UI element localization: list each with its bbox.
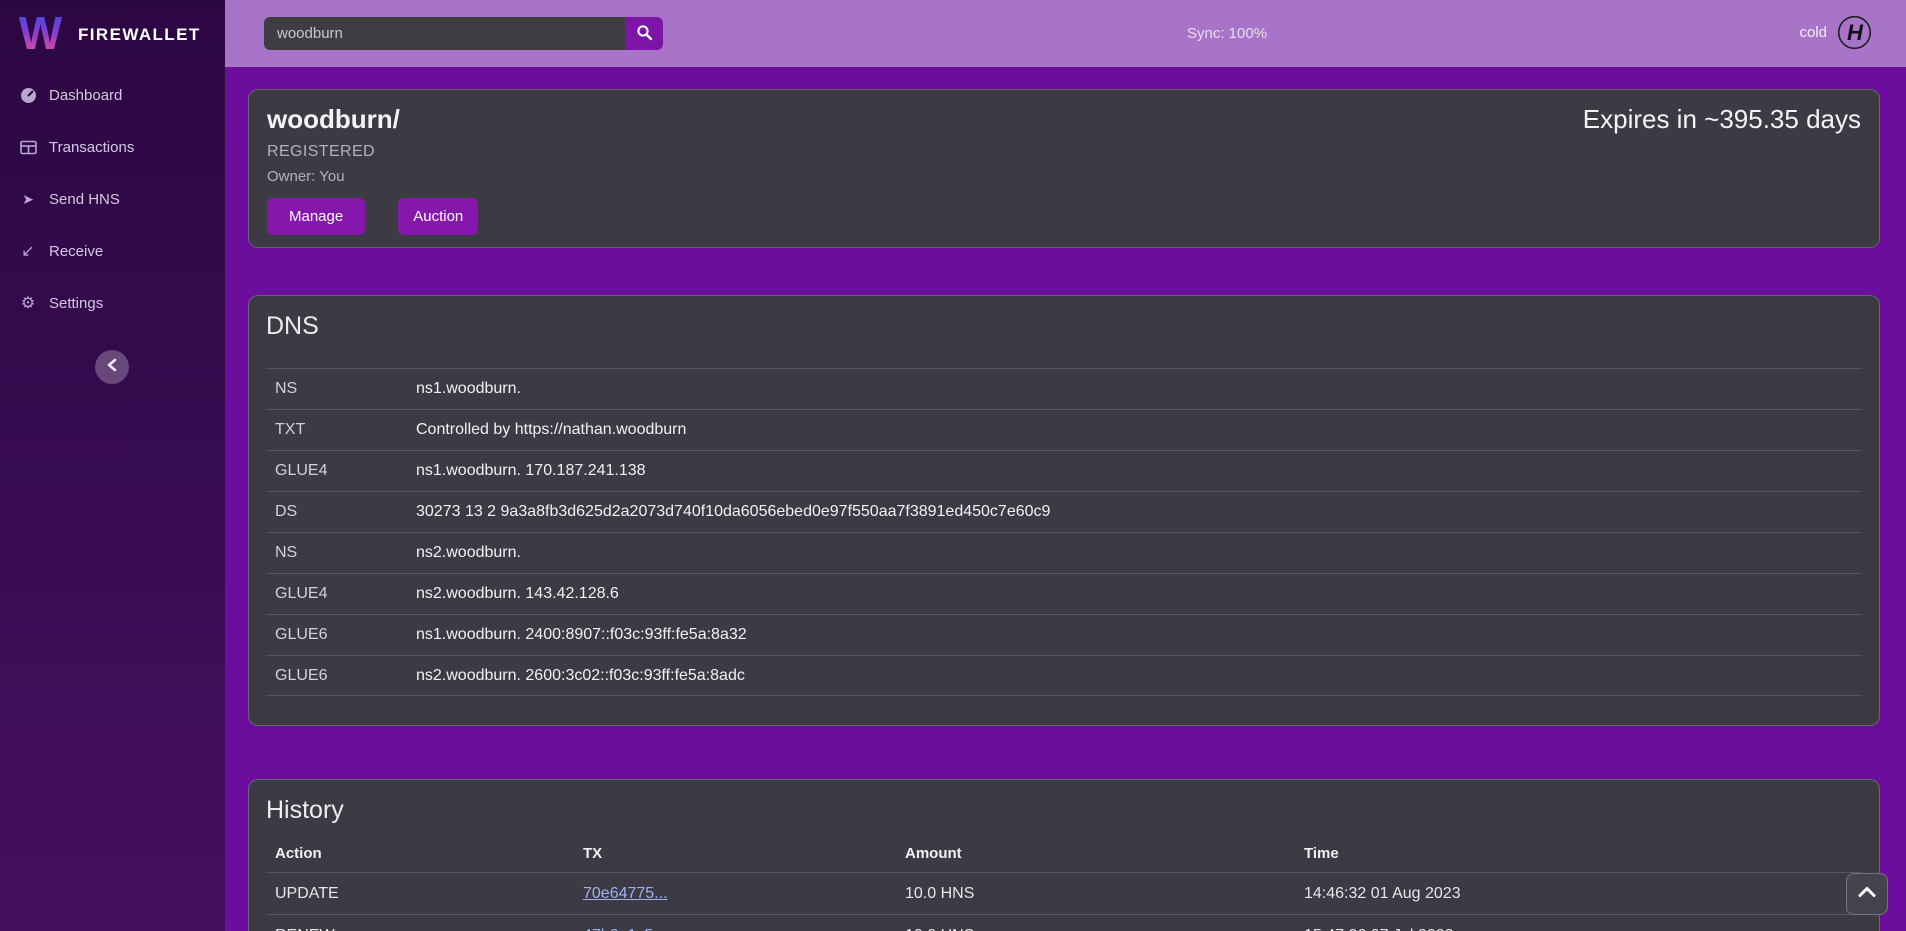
search-group [264,17,663,50]
sidebar-item-label: Settings [49,295,103,312]
column-header-tx: TX [583,845,905,862]
domain-card: woodburn/ REGISTERED Owner: You Manage A… [248,89,1880,248]
firewallet-logo-icon: W [18,8,63,62]
svg-text:H: H [1847,20,1864,45]
history-table-header: Action TX Amount Time [266,835,1862,872]
dns-record-type: GLUE6 [275,626,416,644]
dns-record-value: ns1.woodburn. 170.187.241.138 [416,462,646,480]
dns-record-type: GLUE4 [275,462,416,480]
tx-hash-link[interactable]: 70e64775... [583,885,668,902]
svg-text:W: W [19,8,63,57]
sync-status: Sync: 100% [1187,25,1267,42]
dns-table: NS ns1.woodburn. TXT Controlled by https… [266,368,1862,696]
history-row: RENEW 47b0e1c5... 10.0 HNS 15:47:36 07 J… [266,914,1862,931]
send-icon: ➤ [18,191,38,208]
dns-record-row: NS ns2.woodburn. [266,532,1862,573]
chevron-left-icon [107,358,117,377]
transactions-icon [18,140,38,155]
wallet-group: cold H [1799,15,1872,50]
scroll-to-top-button[interactable] [1846,873,1888,915]
handshake-logo-icon[interactable]: H [1837,15,1872,50]
history-card: History Action TX Amount Time UPDATE 70e… [248,779,1880,931]
sidebar-item-settings[interactable]: ⚙ Settings [0,277,225,329]
sidebar-item-receive[interactable]: ↙ Receive [0,225,225,277]
sidebar-item-send-hns[interactable]: ➤ Send HNS [0,173,225,225]
settings-icon: ⚙ [18,293,38,313]
sidebar-nav: Dashboard Transactions ➤ Send HNS ↙ Rece… [0,69,225,329]
history-card-title: History [266,796,1862,825]
domain-expiry: Expires in ~395.35 days [1583,104,1861,135]
dashboard-icon [18,87,38,104]
domain-status: REGISTERED [267,143,1861,161]
dns-record-row: GLUE4 ns1.woodburn. 170.187.241.138 [266,450,1862,491]
dns-record-value: ns2.woodburn. 143.42.128.6 [416,585,619,603]
dns-record-type: DS [275,503,416,521]
dns-record-row: GLUE6 ns1.woodburn. 2400:8907::f03c:93ff… [266,614,1862,655]
auction-button[interactable]: Auction [398,198,478,235]
dns-record-value: 30273 13 2 9a3a8fb3d625d2a2073d740f10da6… [416,503,1050,521]
history-action: RENEW [275,927,583,931]
brand-name: FIREWALLET [78,25,201,45]
dns-record-row: GLUE4 ns2.woodburn. 143.42.128.6 [266,573,1862,614]
dns-record-row: NS ns1.woodburn. [266,368,1862,409]
history-row: UPDATE 70e64775... 10.0 HNS 14:46:32 01 … [266,872,1862,914]
sidebar-item-label: Transactions [49,139,134,156]
topbar: Sync: 100% cold H [225,0,1906,67]
chevron-up-icon [1857,885,1877,903]
dns-record-value: ns2.woodburn. [416,544,521,562]
history-table: Action TX Amount Time UPDATE 70e64775...… [266,835,1862,931]
dns-record-value: ns1.woodburn. [416,380,521,398]
dns-record-type: TXT [275,421,416,439]
sidebar-collapse-button[interactable] [95,350,129,384]
tx-hash-link[interactable]: 47b0e1c5... [583,927,667,931]
manage-button[interactable]: Manage [267,198,365,235]
dns-card: DNS NS ns1.woodburn. TXT Controlled by h… [248,295,1880,726]
sidebar-item-label: Receive [49,243,103,260]
column-header-action: Action [275,845,583,862]
domain-actions: Manage Auction [267,198,1861,235]
history-amount: 10.0 HNS [905,885,1304,903]
dns-record-value: Controlled by https://nathan.woodburn [416,421,686,439]
dns-record-value: ns2.woodburn. 2600:3c02::f03c:93ff:fe5a:… [416,667,745,685]
brand-logo-row[interactable]: W FIREWALLET [0,0,225,60]
sidebar: W FIREWALLET Dashboard Transact [0,0,225,931]
search-icon [636,24,653,44]
dns-record-row: DS 30273 13 2 9a3a8fb3d625d2a2073d740f10… [266,491,1862,532]
dns-record-value: ns1.woodburn. 2400:8907::f03c:93ff:fe5a:… [416,626,747,644]
history-amount: 10.0 HNS [905,927,1304,931]
history-time: 15:47:36 07 Jul 2023 [1304,927,1862,931]
search-button[interactable] [625,17,663,50]
sidebar-item-dashboard[interactable]: Dashboard [0,69,225,121]
dns-record-row: TXT Controlled by https://nathan.woodbur… [266,409,1862,450]
dns-record-type: GLUE6 [275,667,416,685]
receive-icon: ↙ [18,241,38,261]
column-header-amount: Amount [905,845,1304,862]
dns-record-type: NS [275,544,416,562]
sidebar-item-label: Send HNS [49,191,120,208]
dns-record-type: NS [275,380,416,398]
wallet-name: cold [1799,24,1827,41]
sidebar-item-transactions[interactable]: Transactions [0,121,225,173]
history-action: UPDATE [275,885,583,903]
dns-record-row: GLUE6 ns2.woodburn. 2600:3c02::f03c:93ff… [266,655,1862,696]
dns-card-title: DNS [266,312,1862,341]
column-header-time: Time [1304,845,1862,862]
domain-owner: Owner: You [267,168,1861,185]
history-time: 14:46:32 01 Aug 2023 [1304,885,1862,903]
dns-record-type: GLUE4 [275,585,416,603]
sidebar-item-label: Dashboard [49,87,122,104]
search-input[interactable] [264,17,625,50]
